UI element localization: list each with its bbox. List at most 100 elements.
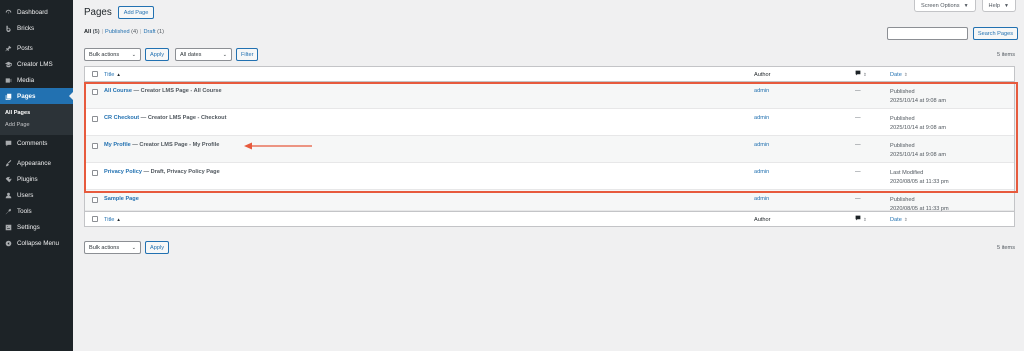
date-cell: Published 2020/08/05 at 11:33 pm	[890, 190, 1014, 212]
apply-button[interactable]: Apply	[145, 48, 169, 61]
author-link[interactable]: admin	[754, 115, 769, 121]
sidebar-item-pages[interactable]: Pages	[0, 88, 73, 104]
sort-toggle-icon: ⇕	[863, 216, 867, 222]
admin-sidebar: Dashboard Bricks Posts Creator LMS Media…	[0, 0, 73, 351]
table-footer-row: Title ▲ Author ⇕ Date ⇕	[85, 211, 1014, 226]
date-status: Published	[890, 89, 915, 95]
author-column-footer: Author	[754, 216, 855, 223]
sidebar-item-dashboard[interactable]: Dashboard	[0, 4, 73, 20]
sidebar-item-users[interactable]: Users	[0, 187, 73, 203]
post-state: — Creator LMS Page - All Course	[131, 88, 222, 94]
author-link[interactable]: admin	[754, 88, 769, 94]
sidebar-item-posts[interactable]: Posts	[0, 40, 73, 56]
add-page-button[interactable]: Add Page	[117, 6, 155, 19]
date-sort-link[interactable]: Date	[890, 217, 902, 223]
sidebar-item-label: Settings	[17, 223, 40, 231]
filter-published-link[interactable]: Published (4)	[105, 29, 138, 35]
pin-icon	[5, 45, 12, 52]
row-checkbox[interactable]	[91, 170, 98, 176]
sidebar-item-tools[interactable]: Tools	[0, 203, 73, 219]
date-value: 2025/10/14 at 9:08 am	[890, 125, 946, 131]
post-state: — Creator LMS Page - Checkout	[139, 115, 227, 121]
sidebar-item-plugins[interactable]: Plugins	[0, 171, 73, 187]
page-title-link[interactable]: My Profile	[104, 142, 131, 148]
sidebar-item-appearance[interactable]: Appearance	[0, 155, 73, 171]
date-cell: Published 2025/10/14 at 9:08 am	[890, 82, 1014, 108]
search-pages-button[interactable]: Search Pages	[972, 27, 1018, 40]
sort-toggle-icon: ⇕	[903, 216, 908, 222]
sidebar-item-collapse-menu[interactable]: Collapse Menu	[0, 235, 73, 251]
author-link[interactable]: admin	[754, 142, 769, 148]
bulk-actions-select[interactable]: Bulk actions ⌄	[84, 48, 141, 61]
sidebar-item-comments[interactable]: Comments	[0, 135, 73, 151]
select-all-checkbox[interactable]	[91, 216, 98, 222]
comments-column-footer[interactable]: ⇕	[855, 215, 890, 223]
pages-icon	[5, 93, 12, 100]
separator: |	[140, 29, 142, 35]
author-link[interactable]: admin	[754, 169, 769, 175]
bricks-icon	[5, 25, 12, 32]
bulk-actions-value: Bulk actions	[89, 244, 120, 251]
date-cell: Published 2025/10/14 at 9:08 am	[890, 109, 1014, 135]
sidebar-item-bricks[interactable]: Bricks	[0, 20, 73, 36]
bulk-actions-select[interactable]: Bulk actions ⌄	[84, 241, 141, 254]
sort-asc-icon: ▲	[116, 71, 121, 77]
page-title-link[interactable]: All Course	[104, 88, 132, 94]
help-button[interactable]: Help ▼	[981, 0, 1016, 12]
date-column-header[interactable]: Date ⇕	[890, 71, 1014, 78]
row-checkbox[interactable]	[91, 197, 98, 203]
select-all-checkbox[interactable]	[91, 71, 98, 77]
items-count: 5 items	[996, 245, 1015, 251]
title-sort-link[interactable]: Title	[104, 72, 114, 78]
dates-select[interactable]: All dates ⌄	[175, 48, 232, 61]
screen-options-button[interactable]: Screen Options ▼	[914, 0, 976, 12]
title-sort-link[interactable]: Title	[104, 217, 114, 223]
sidebar-item-settings[interactable]: Settings	[0, 219, 73, 235]
sidebar-item-label: Pages	[17, 92, 36, 100]
submenu-item-add-page[interactable]: Add Page	[0, 119, 73, 131]
date-sort-link[interactable]: Date	[890, 72, 902, 78]
apply-button[interactable]: Apply	[145, 241, 169, 254]
filter-draft-link[interactable]: Draft (1)	[143, 29, 164, 35]
submenu-item-all-pages[interactable]: All Pages	[0, 107, 73, 119]
plug-icon	[5, 176, 12, 183]
author-cell: admin	[754, 163, 855, 189]
comments-column-header[interactable]: ⇕	[855, 70, 890, 78]
sidebar-item-label: Comments	[17, 139, 48, 147]
sort-asc-icon: ▲	[116, 216, 121, 222]
pages-submenu: All Pages Add Page	[0, 104, 73, 135]
title-column-footer[interactable]: Title ▲	[104, 216, 754, 223]
author-link[interactable]: admin	[754, 196, 769, 202]
filter-published-count: (4)	[131, 29, 138, 35]
date-column-footer[interactable]: Date ⇕	[890, 216, 1014, 223]
sidebar-item-creator-lms[interactable]: Creator LMS	[0, 56, 73, 72]
table-header-row: Title ▲ Author ⇕ Date ⇕	[85, 67, 1014, 82]
title-column-header[interactable]: Title ▲	[104, 71, 754, 78]
row-checkbox[interactable]	[91, 89, 98, 95]
filter-button[interactable]: Filter	[236, 48, 259, 61]
filter-all-link[interactable]: All (5)	[84, 29, 100, 35]
row-checkbox-cell	[85, 136, 104, 162]
comments-cell: —	[855, 163, 890, 189]
page-title-link[interactable]: Privacy Policy	[104, 169, 142, 175]
post-state: — Draft, Privacy Policy Page	[141, 169, 220, 175]
date-status: Last Modified	[890, 170, 924, 176]
date-status: Published	[890, 143, 915, 149]
page-title-link[interactable]: CR Checkout	[104, 115, 139, 121]
author-cell: admin	[754, 136, 855, 162]
screen-options-label: Screen Options	[921, 2, 960, 9]
title-cell: Privacy Policy — Draft, Privacy Policy P…	[104, 163, 754, 189]
row-checkbox[interactable]	[91, 116, 98, 122]
comment-icon	[5, 140, 12, 147]
row-checkbox[interactable]	[91, 143, 98, 149]
table-row: Sample Page admin — Published 2020/08/05 …	[85, 190, 1014, 212]
sidebar-item-media[interactable]: Media	[0, 72, 73, 88]
search-input[interactable]	[886, 27, 968, 40]
date-status: Published	[890, 116, 915, 122]
page-title-link[interactable]: Sample Page	[104, 196, 139, 202]
title-cell: All Course — Creator LMS Page - All Cour…	[104, 82, 754, 108]
date-status: Published	[890, 197, 915, 203]
author-cell: admin	[754, 109, 855, 135]
main-content: Screen Options ▼ Help ▼ Pages Add Page A…	[73, 0, 1024, 351]
author-cell: admin	[754, 82, 855, 108]
